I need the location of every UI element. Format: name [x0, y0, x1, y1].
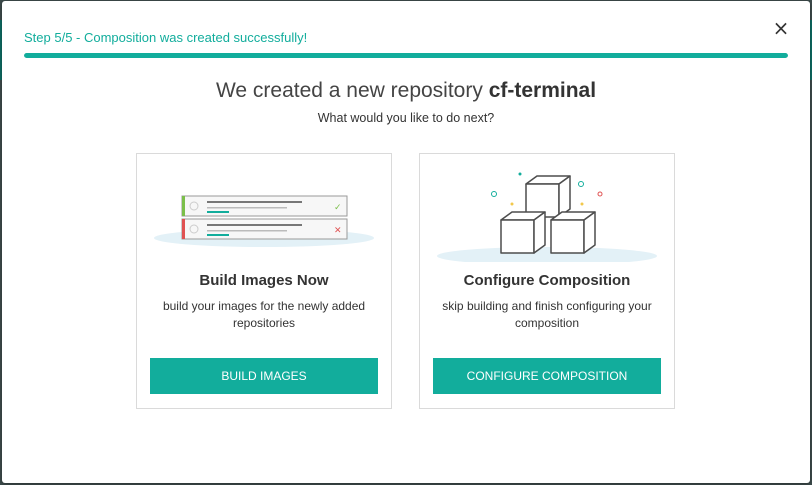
svg-text:✓: ✓: [334, 203, 342, 213]
page-title: We created a new repository cf-terminal: [2, 79, 810, 103]
step-status-text: Step 5/5 - Composition was created succe…: [24, 30, 308, 45]
page-subtitle: What would you like to do next?: [317, 111, 495, 125]
progress-bar-fill: [24, 53, 788, 58]
configure-composition-description: skip building and finish configuring you…: [442, 299, 652, 330]
configure-composition-title: Configure Composition: [463, 272, 631, 289]
repository-name: cf-terminal: [488, 79, 597, 102]
close-icon[interactable]: ×: [770, 17, 792, 39]
build-images-description: build your images for the newly added re…: [162, 299, 366, 330]
success-modal: × Step 5/5 - Composition was created suc…: [2, 1, 810, 483]
build-images-title: Build Images Now: [199, 272, 329, 289]
build-list-illustration: ✓ ✕: [154, 195, 374, 247]
build-images-button[interactable]: BUILD IMAGES: [150, 358, 378, 394]
progress-bar: [24, 53, 788, 58]
page-title-prefix: We created a new repository: [215, 79, 489, 102]
svg-text:✕: ✕: [334, 226, 342, 236]
stacked-boxes-illustration: [437, 172, 657, 262]
configure-composition-button[interactable]: CONFIGURE COMPOSITION: [433, 358, 661, 394]
build-images-card: ✓ ✕ Build Images Now build your images f…: [136, 153, 392, 409]
configure-composition-card: Configure Composition skip building and …: [419, 153, 675, 409]
